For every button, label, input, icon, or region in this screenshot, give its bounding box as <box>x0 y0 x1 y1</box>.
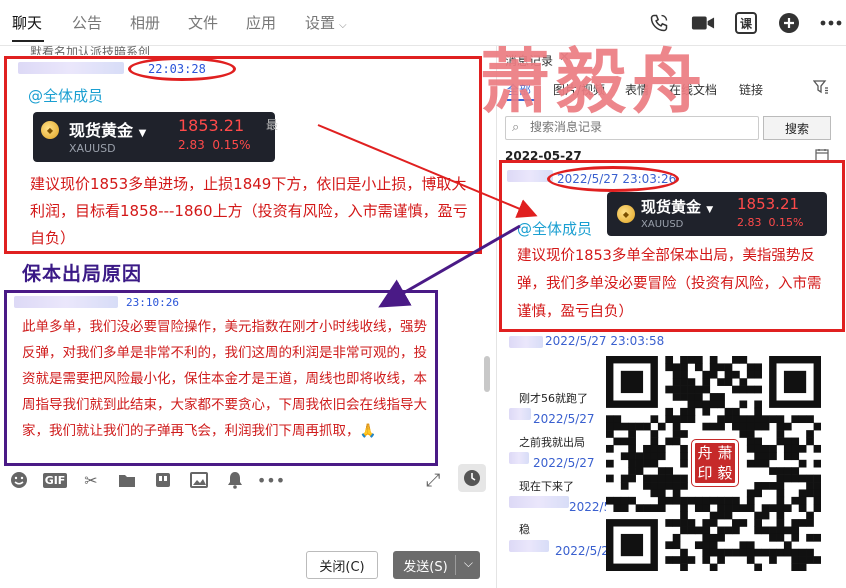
history-clock-button[interactable] <box>458 464 486 492</box>
chat-scrollbar[interactable] <box>484 356 490 392</box>
scissors-icon[interactable]: ✂ <box>80 469 102 491</box>
quote-change-value: 2.83 <box>178 138 205 152</box>
quote-change: 2.83 0.15% <box>178 138 250 152</box>
watermark-text: 萧毅舟 <box>480 40 708 123</box>
quote-change-pct: 0.15% <box>212 138 251 152</box>
send-button[interactable]: 发送(S) ⌵ <box>393 551 480 579</box>
active-tab-indicator <box>12 40 44 42</box>
input-toolbar: GIF ✂ ••• <box>8 468 285 492</box>
message-body: 此单多单，我们没必要冒险操作，美元指数在刚才小时线收线，强势反弹，对我们多单是非… <box>22 319 427 439</box>
sender-name-blurred <box>509 540 549 552</box>
sender-name-blurred <box>509 496 569 508</box>
seal-stamp: 舟 萧 印 毅 <box>691 439 739 487</box>
quote-symbol: XAUUSD <box>69 142 116 155</box>
quote-change-value: 2.83 <box>737 216 762 229</box>
bell-icon[interactable] <box>224 469 246 491</box>
seal-char: 印 <box>697 464 713 482</box>
history-message-text: 现在下来了 <box>519 480 574 493</box>
message-text: 此单多单，我们没必要冒险操作，美元指数在刚才小时线收线，强势反弹，对我们多单是非… <box>22 314 430 444</box>
gold-coin-icon: ◆ <box>617 205 635 223</box>
quote-symbol: XAUUSD <box>641 219 684 230</box>
caret-down-icon: ▼ <box>138 128 147 139</box>
quote-name: 现货黄金 ▼ <box>641 196 713 217</box>
gif-icon[interactable]: GIF <box>42 469 68 491</box>
top-nav: 聊天 公告 相册 文件 应用 设置 ⌵ 课 <box>0 0 846 46</box>
sender-name-blurred <box>14 296 118 308</box>
send-divider <box>455 555 456 575</box>
sender-name-blurred <box>509 336 543 348</box>
sender-name-blurred <box>509 408 531 420</box>
filter-tab-links[interactable]: 链接 <box>739 81 763 98</box>
mention-all-members[interactable]: @全体成员 <box>517 218 592 239</box>
message-time: 23:10:26 <box>126 296 179 309</box>
folder-icon[interactable] <box>116 469 138 491</box>
history-message-text: 刚才56就跑了 <box>519 392 588 405</box>
quote-price: 1853.21 <box>737 195 800 213</box>
quote-partial-label: 最 <box>266 118 279 132</box>
chat-panel: 默看名加认派技暗系创 22:03:28 @全体成员 ◆ 现货黄金 ▼ XAUUS… <box>0 45 496 588</box>
history-message-text: 稳 <box>519 523 530 536</box>
tab-apps[interactable]: 应用 <box>246 12 276 33</box>
clipped-previous-message: 默看名加认派技暗系创 <box>30 45 151 55</box>
gold-coin-icon: ◆ <box>41 121 59 139</box>
more-icon[interactable] <box>818 10 844 36</box>
close-button[interactable]: 关闭(C) <box>306 551 378 579</box>
caret-down-icon: ▼ <box>706 205 714 215</box>
gold-quote-card[interactable]: ◆ 现货黄金 ▼ XAUUSD 1853.21 2.83 0.15% <box>33 112 275 162</box>
quote-change: 2.83 0.15% <box>737 216 803 229</box>
more-dots-icon[interactable]: ••• <box>257 469 285 491</box>
history-message-time: 2022/5/27 23:03:58 <box>545 334 665 348</box>
quote-icon[interactable] <box>152 469 174 491</box>
send-button-label: 发送(S) <box>403 559 448 575</box>
quote-name-text: 现货黄金 <box>69 121 134 140</box>
history-message-text: 建议现价1853多单全部保本出局，美指强势反弹，我们多单没必要冒险（投资有风险，… <box>517 248 822 320</box>
quote-change-pct: 0.15% <box>768 216 804 229</box>
tab-settings[interactable]: 设置 ⌵ <box>305 12 347 33</box>
seal-char: 萧 <box>717 444 733 462</box>
seal-char: 舟 <box>697 444 713 462</box>
gif-label: GIF <box>42 472 68 488</box>
history-message-text: 之前我就出局 <box>519 436 585 449</box>
tab-album[interactable]: 相册 <box>130 12 160 33</box>
gold-quote-card[interactable]: ◆ 现货黄金 ▼ XAUUSD 1853.21 2.83 0.15% <box>607 192 827 236</box>
quote-name: 现货黄金 ▼ <box>69 117 146 141</box>
plus-icon[interactable] <box>776 10 802 36</box>
filter-icon[interactable] <box>812 80 829 98</box>
class-icon-label: 课 <box>735 12 757 34</box>
class-icon[interactable]: 课 <box>733 10 759 36</box>
tab-settings-label: 设置 <box>305 14 336 32</box>
tab-files[interactable]: 文件 <box>188 12 218 33</box>
tab-chat[interactable]: 聊天 <box>12 12 42 33</box>
seal-char: 毅 <box>717 464 733 482</box>
qr-code: 舟 萧 印 毅 <box>606 356 822 572</box>
chevron-down-icon[interactable]: ⌵ <box>464 556 473 571</box>
history-search-button[interactable]: 搜索 <box>763 116 831 140</box>
quote-name-text: 现货黄金 <box>641 198 702 216</box>
history-message-time: 2022/5/27 <box>533 456 595 470</box>
sender-name-blurred <box>509 452 529 464</box>
image-icon[interactable] <box>188 469 210 491</box>
quote-price: 1853.21 <box>178 116 245 135</box>
pray-emoji-icon: 🙏 <box>359 423 377 439</box>
expand-icon[interactable]: ⤢ <box>426 470 440 491</box>
mention-all-members[interactable]: @全体成员 <box>28 85 103 106</box>
emoji-icon[interactable] <box>8 469 30 491</box>
message-text: 建议现价1853多单进场，止损1849下方，依旧是小止损，博取大利润，目标看18… <box>30 175 468 247</box>
history-message-time: 2022/5/27 <box>533 412 595 426</box>
chevron-down-icon: ⌵ <box>339 20 347 31</box>
annotation-label: 保本出局原因 <box>22 263 143 285</box>
tab-announcements[interactable]: 公告 <box>72 12 102 33</box>
